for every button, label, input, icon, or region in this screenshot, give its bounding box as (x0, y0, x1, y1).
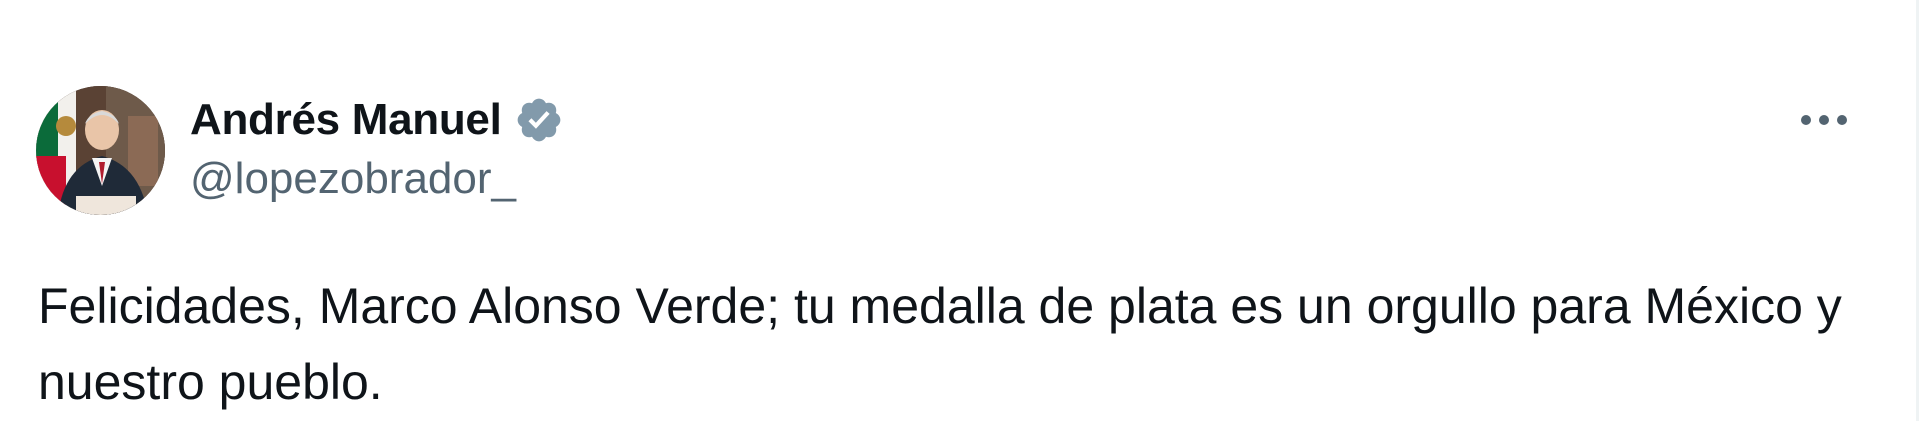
verified-badge-icon[interactable] (514, 95, 564, 145)
tweet-text: Felicidades, Marco Alonso Verde; tu meda… (38, 278, 1842, 410)
tweet-card[interactable]: Andrés Manuel @lopezobrador_ Felicidades… (0, 0, 1916, 421)
more-options-icon (1801, 115, 1847, 125)
author-name-row: Andrés Manuel (190, 92, 564, 148)
more-options-button[interactable] (1796, 96, 1852, 144)
author-info: Andrés Manuel @lopezobrador_ (190, 92, 564, 204)
profile-photo-icon (36, 86, 165, 215)
author-handle[interactable]: @lopezobrador_ (190, 154, 564, 204)
author-display-name[interactable]: Andrés Manuel (190, 95, 502, 145)
avatar[interactable] (36, 86, 165, 215)
